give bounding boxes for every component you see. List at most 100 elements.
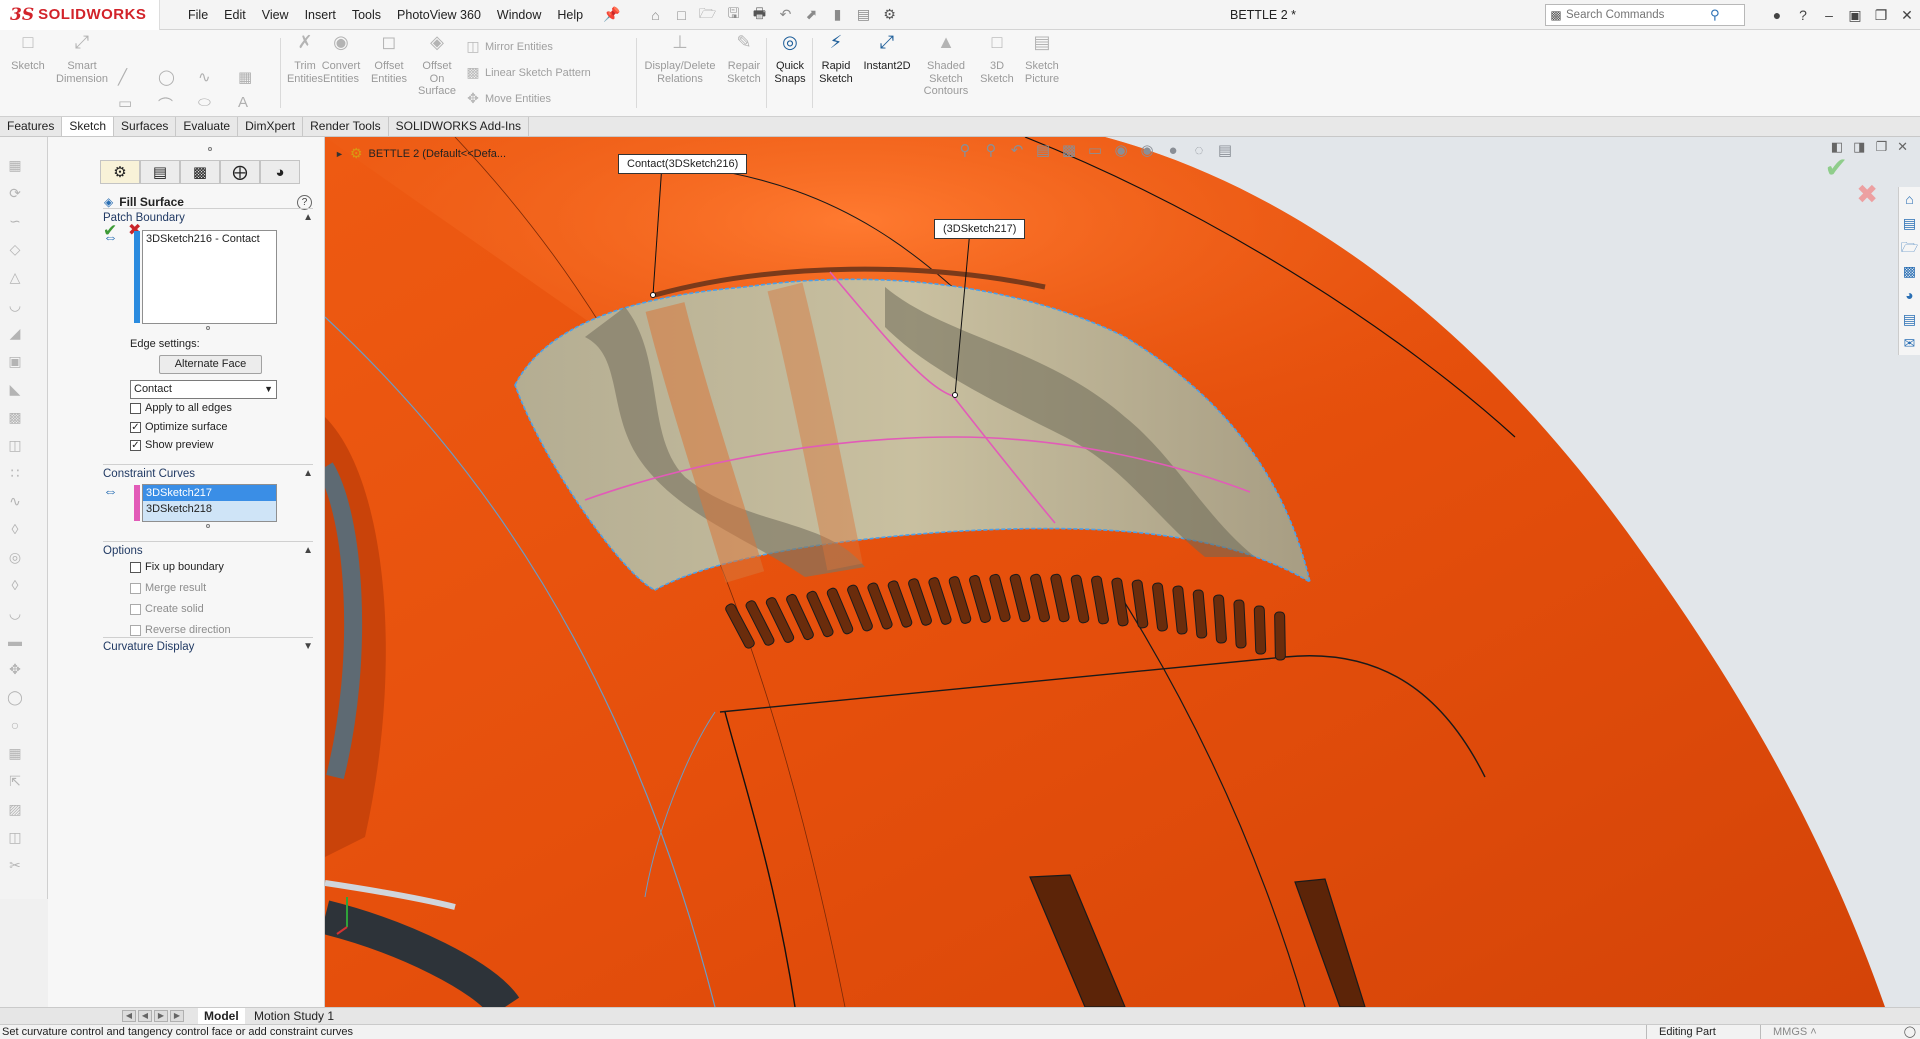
dome-icon[interactable]: ◡ bbox=[6, 605, 24, 623]
menu-edit[interactable]: Edit bbox=[216, 0, 254, 30]
unit-system-selector[interactable]: MMGS ˄ bbox=[1760, 1025, 1817, 1039]
split-icon[interactable]: ▬ bbox=[6, 633, 24, 651]
combine-icon[interactable]: ○ bbox=[6, 717, 24, 735]
display-style-icon[interactable]: ◉ bbox=[1111, 141, 1131, 159]
forum-icon[interactable]: ✉ bbox=[1899, 331, 1920, 355]
new-document-icon[interactable]: □ bbox=[671, 4, 693, 26]
repair-sketch-button[interactable]: ✎ Repair Sketch bbox=[722, 33, 766, 85]
open-icon[interactable]: 🗁 bbox=[697, 4, 719, 26]
smart-dimension-button[interactable]: ⤢ Smart Dimension bbox=[52, 33, 112, 85]
edit-appearance-icon[interactable]: ● bbox=[1163, 142, 1183, 159]
restore-icon[interactable]: ❐ bbox=[1868, 7, 1894, 24]
pin-menu-icon[interactable]: 📌 bbox=[603, 6, 620, 23]
revolve-icon[interactable]: ⟳ bbox=[6, 185, 24, 203]
sketch-grid-icon[interactable]: ▦ bbox=[238, 68, 278, 94]
trim-surface-icon[interactable]: ✂ bbox=[6, 857, 24, 875]
restore-tile-icon[interactable]: ▣ bbox=[1842, 7, 1868, 24]
loft-icon[interactable]: ◇ bbox=[6, 241, 24, 259]
edge-type-select[interactable]: Contact ▼ bbox=[130, 380, 277, 399]
line-icon[interactable]: ╱ bbox=[118, 68, 158, 94]
knit-icon[interactable]: ◫ bbox=[6, 829, 24, 847]
merge-result-checkbox[interactable]: Merge result bbox=[130, 582, 206, 594]
rebuild-icon[interactable]: ▮ bbox=[827, 4, 849, 26]
move-entities-button[interactable]: ✥ Move Entities bbox=[465, 90, 551, 107]
prev-tab-icon[interactable]: ◀ bbox=[138, 1010, 152, 1022]
constraint-curves-header[interactable]: Constraint Curves ▲ bbox=[103, 464, 313, 482]
shaded-sketch-contours-button[interactable]: ▲ Shaded Sketch Contours bbox=[918, 33, 974, 98]
curve-icon[interactable]: ∿ bbox=[6, 493, 24, 511]
sweep-icon[interactable]: ∽ bbox=[6, 213, 24, 231]
appearances-icon[interactable]: ◕ bbox=[1899, 283, 1920, 307]
user-icon[interactable]: ● bbox=[1764, 7, 1790, 23]
home-icon[interactable]: ⌂ bbox=[645, 4, 667, 26]
hide-show-items-icon[interactable]: ◉ bbox=[1137, 141, 1157, 159]
apply-scene-icon[interactable]: ◌ bbox=[1189, 142, 1209, 159]
tab-motion-study-1[interactable]: Motion Study 1 bbox=[248, 1008, 340, 1024]
menu-window[interactable]: Window bbox=[489, 0, 549, 30]
delete-body-icon[interactable]: ▦ bbox=[6, 745, 24, 763]
viewport-close-icon[interactable]: ✕ bbox=[1897, 139, 1908, 155]
show-preview-checkbox[interactable]: ✓ Show preview bbox=[130, 439, 213, 451]
menu-view[interactable]: View bbox=[254, 0, 297, 30]
last-tab-icon[interactable]: ▶ bbox=[170, 1010, 184, 1022]
rib-icon[interactable]: ▩ bbox=[6, 409, 24, 427]
extrude-icon[interactable]: ▦ bbox=[6, 157, 24, 175]
tab-model[interactable]: Model bbox=[198, 1008, 245, 1024]
spline-icon[interactable]: ∿ bbox=[198, 68, 238, 94]
configuration-manager-tab-icon[interactable]: ▩ bbox=[180, 160, 220, 184]
list-item[interactable]: 3DSketch216 - Contact bbox=[143, 231, 276, 247]
zoom-to-area-icon[interactable]: ⚲ bbox=[981, 141, 1001, 159]
print-icon[interactable]: 🖶 bbox=[749, 4, 771, 26]
sketch-button[interactable]: □ Sketch bbox=[8, 33, 48, 73]
file-explorer-icon[interactable]: 🗁 bbox=[1899, 235, 1920, 259]
view-orientation-icon[interactable]: ▭ bbox=[1085, 141, 1105, 159]
constraint-curves-list[interactable]: 3DSketch217 3DSketch218 bbox=[134, 484, 277, 522]
resources-home-icon[interactable]: ⌂ bbox=[1899, 187, 1920, 211]
boundary-icon[interactable]: △ bbox=[6, 269, 24, 287]
patch-boundary-header[interactable]: Patch Boundary ▲ bbox=[103, 208, 313, 226]
callout-contact-3dsketch216[interactable]: Contact(3DSketch216) bbox=[618, 154, 748, 174]
fillet-feature-icon[interactable]: ◡ bbox=[6, 297, 24, 315]
3d-sketch-button[interactable]: □ 3D Sketch bbox=[976, 33, 1018, 85]
mirror-entities-button[interactable]: ◫ Mirror Entities bbox=[465, 38, 552, 55]
reverse-direction-checkbox[interactable]: Reverse direction bbox=[130, 624, 231, 636]
design-library-icon[interactable]: ▤ bbox=[1899, 211, 1920, 235]
list-item[interactable]: 3DSketch218 bbox=[143, 501, 276, 517]
tab-addins[interactable]: SOLIDWORKS Add-Ins bbox=[389, 117, 529, 136]
options-gear-icon[interactable]: ⚙ bbox=[879, 4, 901, 26]
collapse-chevron-icon[interactable]: ▲ bbox=[303, 212, 313, 223]
menu-photoview[interactable]: PhotoView 360 bbox=[389, 0, 489, 30]
part-name-label[interactable]: BETTLE 2 (Default<<Defa... bbox=[368, 148, 506, 160]
search-commands-box[interactable]: ▩ ⚲ bbox=[1545, 4, 1745, 26]
optimize-surface-checkbox[interactable]: ✓ Optimize surface bbox=[130, 421, 228, 433]
draft-icon[interactable]: ◣ bbox=[6, 381, 24, 399]
quick-snaps-button[interactable]: ◎ Quick Snaps bbox=[768, 33, 812, 85]
menu-file[interactable]: File bbox=[180, 0, 216, 30]
display-manager-tab-icon[interactable]: ◕ bbox=[260, 160, 300, 184]
list-item[interactable]: 3DSketch217 bbox=[143, 485, 276, 501]
fix-up-boundary-checkbox[interactable]: Fix up boundary bbox=[130, 561, 224, 573]
file-properties-icon[interactable]: ▤ bbox=[853, 4, 875, 26]
pattern-icon[interactable]: ∷ bbox=[6, 465, 24, 483]
custom-properties-icon[interactable]: ▤ bbox=[1899, 307, 1920, 331]
help-icon[interactable]: ? bbox=[1790, 7, 1816, 23]
car-model-render[interactable] bbox=[325, 137, 1920, 1007]
reference-geometry-icon[interactable]: ◊ bbox=[6, 521, 24, 539]
instant2d-button[interactable]: ⤢ Instant2D bbox=[858, 33, 916, 73]
sketch-picture-button[interactable]: ▤ Sketch Picture bbox=[1020, 33, 1064, 85]
apply-all-edges-checkbox[interactable]: Apply to all edges bbox=[130, 402, 232, 414]
create-solid-checkbox[interactable]: Create solid bbox=[130, 603, 204, 615]
patch-boundary-list[interactable]: 3DSketch216 - Contact bbox=[134, 230, 277, 324]
tab-features[interactable]: Features bbox=[0, 117, 63, 136]
mirror-feature-icon[interactable]: ◫ bbox=[6, 437, 24, 455]
split-right-icon[interactable]: ◨ bbox=[1853, 139, 1865, 155]
intersect-icon[interactable]: ◯ bbox=[6, 689, 24, 707]
select-icon[interactable]: ⬈ bbox=[801, 4, 823, 26]
search-icon[interactable]: ⚲ bbox=[1710, 7, 1720, 23]
expand-arrow-icon[interactable]: ► bbox=[335, 149, 344, 159]
viewport-restore-icon[interactable]: ❐ bbox=[1875, 139, 1887, 155]
feature-tree-flyout[interactable]: ► ⚙ BETTLE 2 (Default<<Defa... bbox=[335, 145, 506, 162]
tab-dimxpert[interactable]: DimXpert bbox=[238, 117, 304, 136]
graphics-area[interactable]: ► ⚙ BETTLE 2 (Default<<Defa... Contact(3… bbox=[325, 137, 1920, 1007]
alternate-face-button[interactable]: Alternate Face bbox=[159, 355, 262, 374]
